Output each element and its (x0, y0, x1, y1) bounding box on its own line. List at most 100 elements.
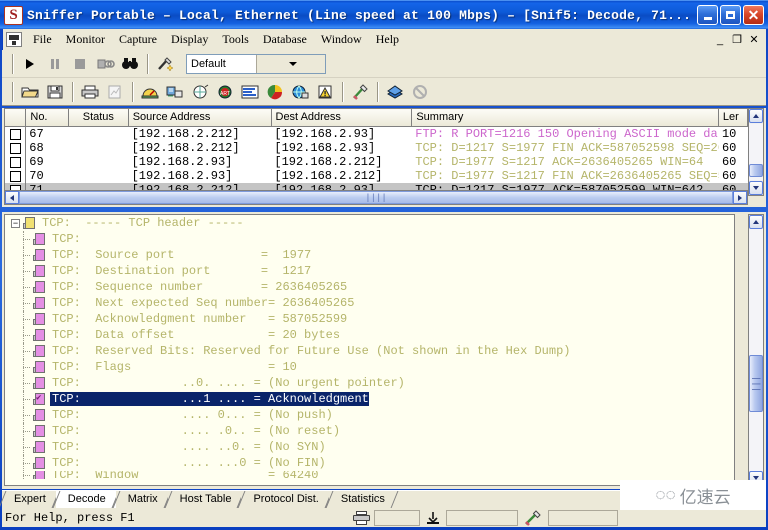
column-header-source[interactable]: Source Address (128, 109, 272, 126)
start-capture-button[interactable] (18, 52, 42, 75)
decode-tree[interactable]: − TCP: ----- TCP header ----- TCP: TCP: … (4, 214, 735, 486)
tab-expert[interactable]: Expert (2, 491, 56, 508)
table-row[interactable]: 68 [192.168.2.212] [192.168.2.93] TCP: D… (5, 141, 748, 155)
pie-chart-button[interactable] (263, 80, 287, 103)
binoculars-display-button[interactable] (118, 52, 142, 75)
protocol-dist-button[interactable] (238, 80, 262, 103)
chevron-down-icon[interactable] (255, 54, 325, 73)
open-button[interactable] (18, 80, 42, 103)
cell-source: [192.168.2.93] (131, 169, 233, 183)
column-header-check[interactable] (5, 109, 27, 126)
alarm-button[interactable] (313, 80, 337, 103)
stop-and-display-button[interactable] (93, 52, 117, 75)
tree-line (19, 439, 33, 455)
packet-list[interactable]: No. Status Source Address Dest Address S… (4, 108, 748, 196)
tree-node[interactable]: TCP: Sequence number = 2636405265 (5, 279, 734, 295)
status-panel-3 (548, 509, 618, 526)
art-button[interactable]: ART (213, 80, 237, 103)
menu-item-file[interactable]: File (26, 30, 59, 50)
expander-collapse-icon[interactable]: − (11, 218, 20, 228)
maximize-button[interactable] (720, 5, 741, 25)
host-table-button[interactable] (163, 80, 187, 103)
tree-line (19, 311, 33, 327)
scroll-thumb[interactable]: ||| (749, 355, 763, 412)
tree-node[interactable]: TCP: .... .0.. = (No reset) (5, 423, 734, 439)
cancel-button[interactable] (408, 80, 432, 103)
column-header-status[interactable]: Status (68, 109, 129, 126)
tree-line (19, 247, 33, 263)
tree-node[interactable]: TCP: .... 0... = (No push) (5, 407, 734, 423)
tab-matrix[interactable]: Matrix (115, 491, 168, 508)
minimize-button[interactable] (697, 5, 718, 25)
tab-statistics[interactable]: Statistics (328, 491, 395, 508)
scroll-thumb[interactable] (749, 164, 763, 177)
mdi-close-button[interactable]: ✕ (746, 33, 762, 47)
column-header-dest[interactable]: Dest Address (271, 109, 413, 126)
profile-combo[interactable]: Default (186, 53, 326, 74)
menu-item-help[interactable]: Help (369, 30, 406, 50)
scroll-track[interactable] (749, 124, 763, 180)
table-row[interactable]: 69 [192.168.2.93] [192.168.2.212] TCP: D… (5, 155, 748, 169)
mdi-minimize-button[interactable]: _ (712, 33, 728, 47)
globe-button[interactable] (288, 80, 312, 103)
menu-item-tools[interactable]: Tools (215, 30, 256, 50)
row-checkbox[interactable] (5, 127, 27, 141)
menu-item-display[interactable]: Display (164, 30, 215, 50)
menu-item-capture[interactable]: Capture (112, 30, 164, 50)
tree-node[interactable]: TCP: Acknowledgment number = 587052599 (5, 311, 734, 327)
tree-node-root[interactable]: − TCP: ----- TCP header ----- (5, 215, 734, 231)
page-icon (33, 424, 46, 438)
tree-node[interactable]: TCP: Destination port = 1217 (5, 263, 734, 279)
mdi-restore-button[interactable]: ❐ (729, 33, 745, 47)
tab-protocol-dist[interactable]: Protocol Dist. (241, 491, 329, 508)
print-preview-button[interactable] (103, 80, 127, 103)
column-header-summary[interactable]: Summary (412, 109, 719, 126)
tree-node[interactable]: TCP: Flags = 10 (5, 359, 734, 375)
scroll-track[interactable]: ||| (749, 230, 763, 470)
table-row[interactable]: 67 [192.168.2.212] [192.168.2.93] FTP: R… (5, 127, 748, 141)
capture-filter-button[interactable] (153, 52, 177, 75)
dashboard-button[interactable] (138, 80, 162, 103)
tree-node[interactable]: TCP: .... ..0. = (No SYN) (5, 439, 734, 455)
tree-node[interactable]: TCP: Data offset = 20 bytes (5, 327, 734, 343)
table-row[interactable]: 70 [192.168.2.93] [192.168.2.212] TCP: D… (5, 169, 748, 183)
tree-node[interactable]: TCP: Reserved Bits: Reserved for Future … (5, 343, 734, 359)
stop-capture-button[interactable] (68, 52, 92, 75)
mdi-document-icon[interactable] (6, 32, 22, 47)
tree-node[interactable]: TCP: Source port = 1977 (5, 247, 734, 263)
column-header-length[interactable]: Ler (718, 109, 748, 126)
packet-list-vertical-scrollbar[interactable] (748, 108, 764, 196)
tree-node-selected[interactable]: TCP: ...1 .... = Acknowledgment (5, 391, 734, 407)
row-checkbox[interactable] (5, 169, 27, 183)
hscroll-thumb[interactable]: |||| (19, 191, 733, 204)
tree-node[interactable]: TCP: .... ...0 = (No FIN) (5, 455, 734, 471)
menu-item-database[interactable]: Database (256, 30, 314, 50)
pause-capture-button[interactable] (43, 52, 67, 75)
expert-wand-button[interactable] (348, 80, 372, 103)
scroll-down-arrow-icon[interactable] (749, 181, 763, 195)
row-checkbox[interactable] (5, 155, 27, 169)
tab-host-table[interactable]: Host Table (167, 491, 242, 508)
tree-node[interactable]: TCP: (5, 231, 734, 247)
tree-line (19, 423, 33, 439)
scroll-left-arrow-icon[interactable] (5, 191, 19, 204)
tree-node[interactable]: TCP: Window = 64240 (5, 471, 734, 479)
tree-node[interactable]: TCP: ..0. .... = (No urgent pointer) (5, 375, 734, 391)
row-checkbox[interactable] (5, 141, 27, 155)
menu-item-window[interactable]: Window (314, 30, 369, 50)
print-button[interactable] (78, 80, 102, 103)
decode-vertical-scrollbar[interactable]: ||| (748, 214, 764, 486)
scroll-up-arrow-icon[interactable] (749, 109, 763, 123)
close-button[interactable]: ✕ (743, 5, 764, 25)
tree-node-label: TCP: .... .0.. = (No reset) (52, 424, 341, 438)
menu-item-monitor[interactable]: Monitor (59, 30, 112, 50)
tab-decode[interactable]: Decode (55, 491, 116, 508)
matrix-button[interactable] (188, 80, 212, 103)
tree-node[interactable]: TCP: Next expected Seq number= 263640526… (5, 295, 734, 311)
scroll-up-arrow-icon[interactable] (749, 215, 763, 229)
column-header-no[interactable]: No. (26, 109, 69, 126)
scroll-right-arrow-icon[interactable] (733, 191, 747, 204)
decode-layers-button[interactable] (383, 80, 407, 103)
save-button[interactable] (43, 80, 67, 103)
packet-list-horizontal-scrollbar[interactable]: |||| (4, 190, 748, 205)
